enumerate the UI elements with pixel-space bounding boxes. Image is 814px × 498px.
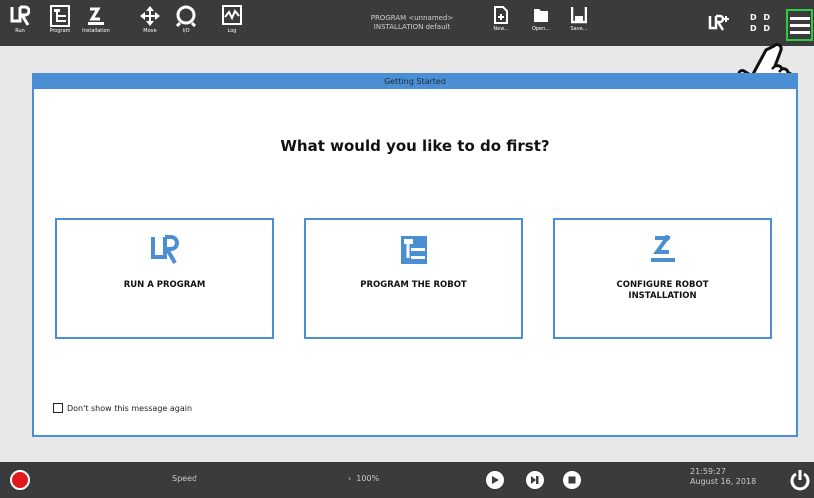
- power-icon[interactable]: [790, 469, 810, 491]
- nav-installation-button[interactable]: Installation: [76, 2, 116, 44]
- run-program-label: RUN A PROGRAM: [123, 280, 206, 290]
- nav-log-label: Log: [227, 28, 237, 34]
- speed-slider[interactable]: [196, 477, 336, 481]
- nav-move-button[interactable]: Move: [130, 2, 170, 44]
- open-file-label: Open...: [531, 26, 551, 32]
- robot-arm-icon: [650, 235, 675, 262]
- urplus-badge[interactable]: [708, 13, 730, 33]
- new-file-icon: [494, 6, 508, 24]
- robot-arm-icon: [88, 7, 104, 25]
- status-dots-row: D D: [750, 13, 773, 22]
- nav-move-label: Move: [143, 28, 157, 34]
- clock-date: August 16, 2018: [690, 477, 757, 486]
- open-folder-icon: [534, 9, 548, 22]
- clock: 21:59:27 August 16, 2018: [690, 467, 756, 487]
- menu-line: [789, 16, 810, 20]
- program-robot-option[interactable]: PROGRAM THE ROBOT: [304, 218, 523, 339]
- log-graph-icon: [222, 5, 242, 25]
- urplus-icon: [708, 14, 729, 31]
- move-arrows-icon: [140, 6, 160, 26]
- status-indicator: D D D D: [750, 12, 778, 34]
- save-file-button[interactable]: Save...: [564, 6, 594, 42]
- status-dots-row: D D: [750, 24, 773, 33]
- nav-run-button[interactable]: Run: [0, 2, 40, 44]
- program-icon: [400, 236, 427, 264]
- io-icon: [175, 5, 197, 27]
- configure-installation-option[interactable]: CONFIGURE ROBOT INSTALLATION: [553, 218, 772, 339]
- program-icon: [50, 5, 70, 27]
- stop-program-button[interactable]: [563, 471, 581, 489]
- ur-logo-icon: [10, 5, 30, 26]
- program-info: PROGRAM <unnamed> INSTALLATION default: [342, 14, 482, 32]
- dialog-title: Getting Started: [34, 75, 796, 89]
- step-button[interactable]: [526, 471, 544, 489]
- bottom-bar: Speed ‹ › 100% 21:59:27 August 16, 2018: [0, 462, 814, 498]
- program-name: PROGRAM <unnamed>: [370, 14, 454, 22]
- save-file-label: Save...: [570, 26, 588, 32]
- stop-button[interactable]: [10, 470, 30, 490]
- dont-show-again-label: Don't show this message again: [67, 403, 193, 413]
- nav-io-button[interactable]: I/O: [166, 2, 206, 44]
- menu-line: [789, 23, 810, 27]
- checkbox-box[interactable]: [53, 403, 63, 413]
- speed-value: › 100%: [348, 474, 380, 483]
- play-icon: [492, 476, 499, 484]
- stop-icon: [568, 476, 576, 484]
- nav-program-button[interactable]: Program: [40, 2, 80, 44]
- nav-program-label: Program: [49, 28, 71, 34]
- new-file-label: New...: [493, 26, 509, 32]
- ur-logo-icon: [150, 235, 179, 264]
- dialog-question: What would you like to do first?: [280, 137, 550, 155]
- nav-log-button[interactable]: Log: [212, 2, 252, 44]
- play-button[interactable]: [486, 471, 504, 489]
- dont-show-again-checkbox[interactable]: Don't show this message again: [53, 403, 192, 413]
- installation-name: INSTALLATION default: [373, 23, 451, 31]
- nav-io-label: I/O: [182, 28, 190, 34]
- step-icon: [531, 476, 539, 484]
- clock-time: 21:59:27: [690, 467, 726, 476]
- new-file-button[interactable]: New...: [486, 6, 516, 42]
- save-icon: [571, 7, 587, 24]
- nav-installation-label: Installation: [82, 28, 110, 34]
- menu-line: [789, 30, 810, 34]
- getting-started-dialog: Getting Started What would you like to d…: [32, 73, 798, 437]
- open-file-button[interactable]: Open...: [526, 6, 556, 42]
- program-robot-label: PROGRAM THE ROBOT: [360, 280, 467, 290]
- top-bar: Run Program Installation Move I/O Log PR…: [0, 0, 814, 46]
- configure-installation-label: CONFIGURE ROBOT INSTALLATION: [616, 280, 709, 301]
- run-program-option[interactable]: RUN A PROGRAM: [55, 218, 274, 339]
- nav-run-label: Run: [15, 28, 25, 34]
- hamburger-menu-button[interactable]: [786, 9, 813, 41]
